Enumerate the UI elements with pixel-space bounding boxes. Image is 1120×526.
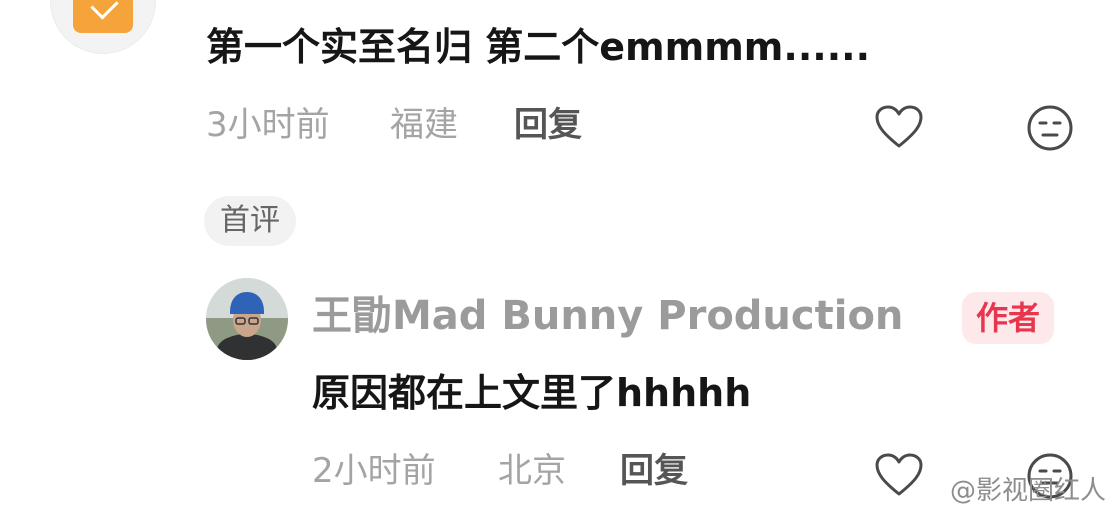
avatar-badge-icon (73, 0, 133, 33)
heart-outline-icon[interactable] (874, 104, 924, 150)
author-name[interactable]: 王勖Mad Bunny Production (312, 296, 903, 336)
watermark-text: @影视圈红人 (949, 476, 1106, 506)
top-comment-time: 3小时前 (206, 105, 330, 145)
top-comment-location: 福建 (390, 105, 458, 145)
reply-comment-reply-button[interactable]: 回复 (620, 454, 688, 488)
reply-comment-time: 2小时前 (312, 451, 436, 491)
top-commenter-avatar[interactable] (50, 0, 156, 54)
top-comment-reply-button[interactable]: 回复 (514, 108, 582, 142)
heart-outline-icon[interactable] (874, 452, 924, 498)
author-badge: 作者 (962, 292, 1055, 344)
reply-comment-location: 北京 (498, 451, 566, 491)
author-avatar[interactable] (206, 278, 288, 360)
neutral-face-icon[interactable] (1026, 104, 1074, 152)
first-comment-tag: 首评 (204, 196, 296, 246)
reply-comment-text: 原因都在上文里了hhhhh (312, 371, 752, 415)
top-comment-text: 第一个实至名归 第二个emmmm...... (206, 25, 870, 69)
author-photo-icon (206, 278, 288, 360)
